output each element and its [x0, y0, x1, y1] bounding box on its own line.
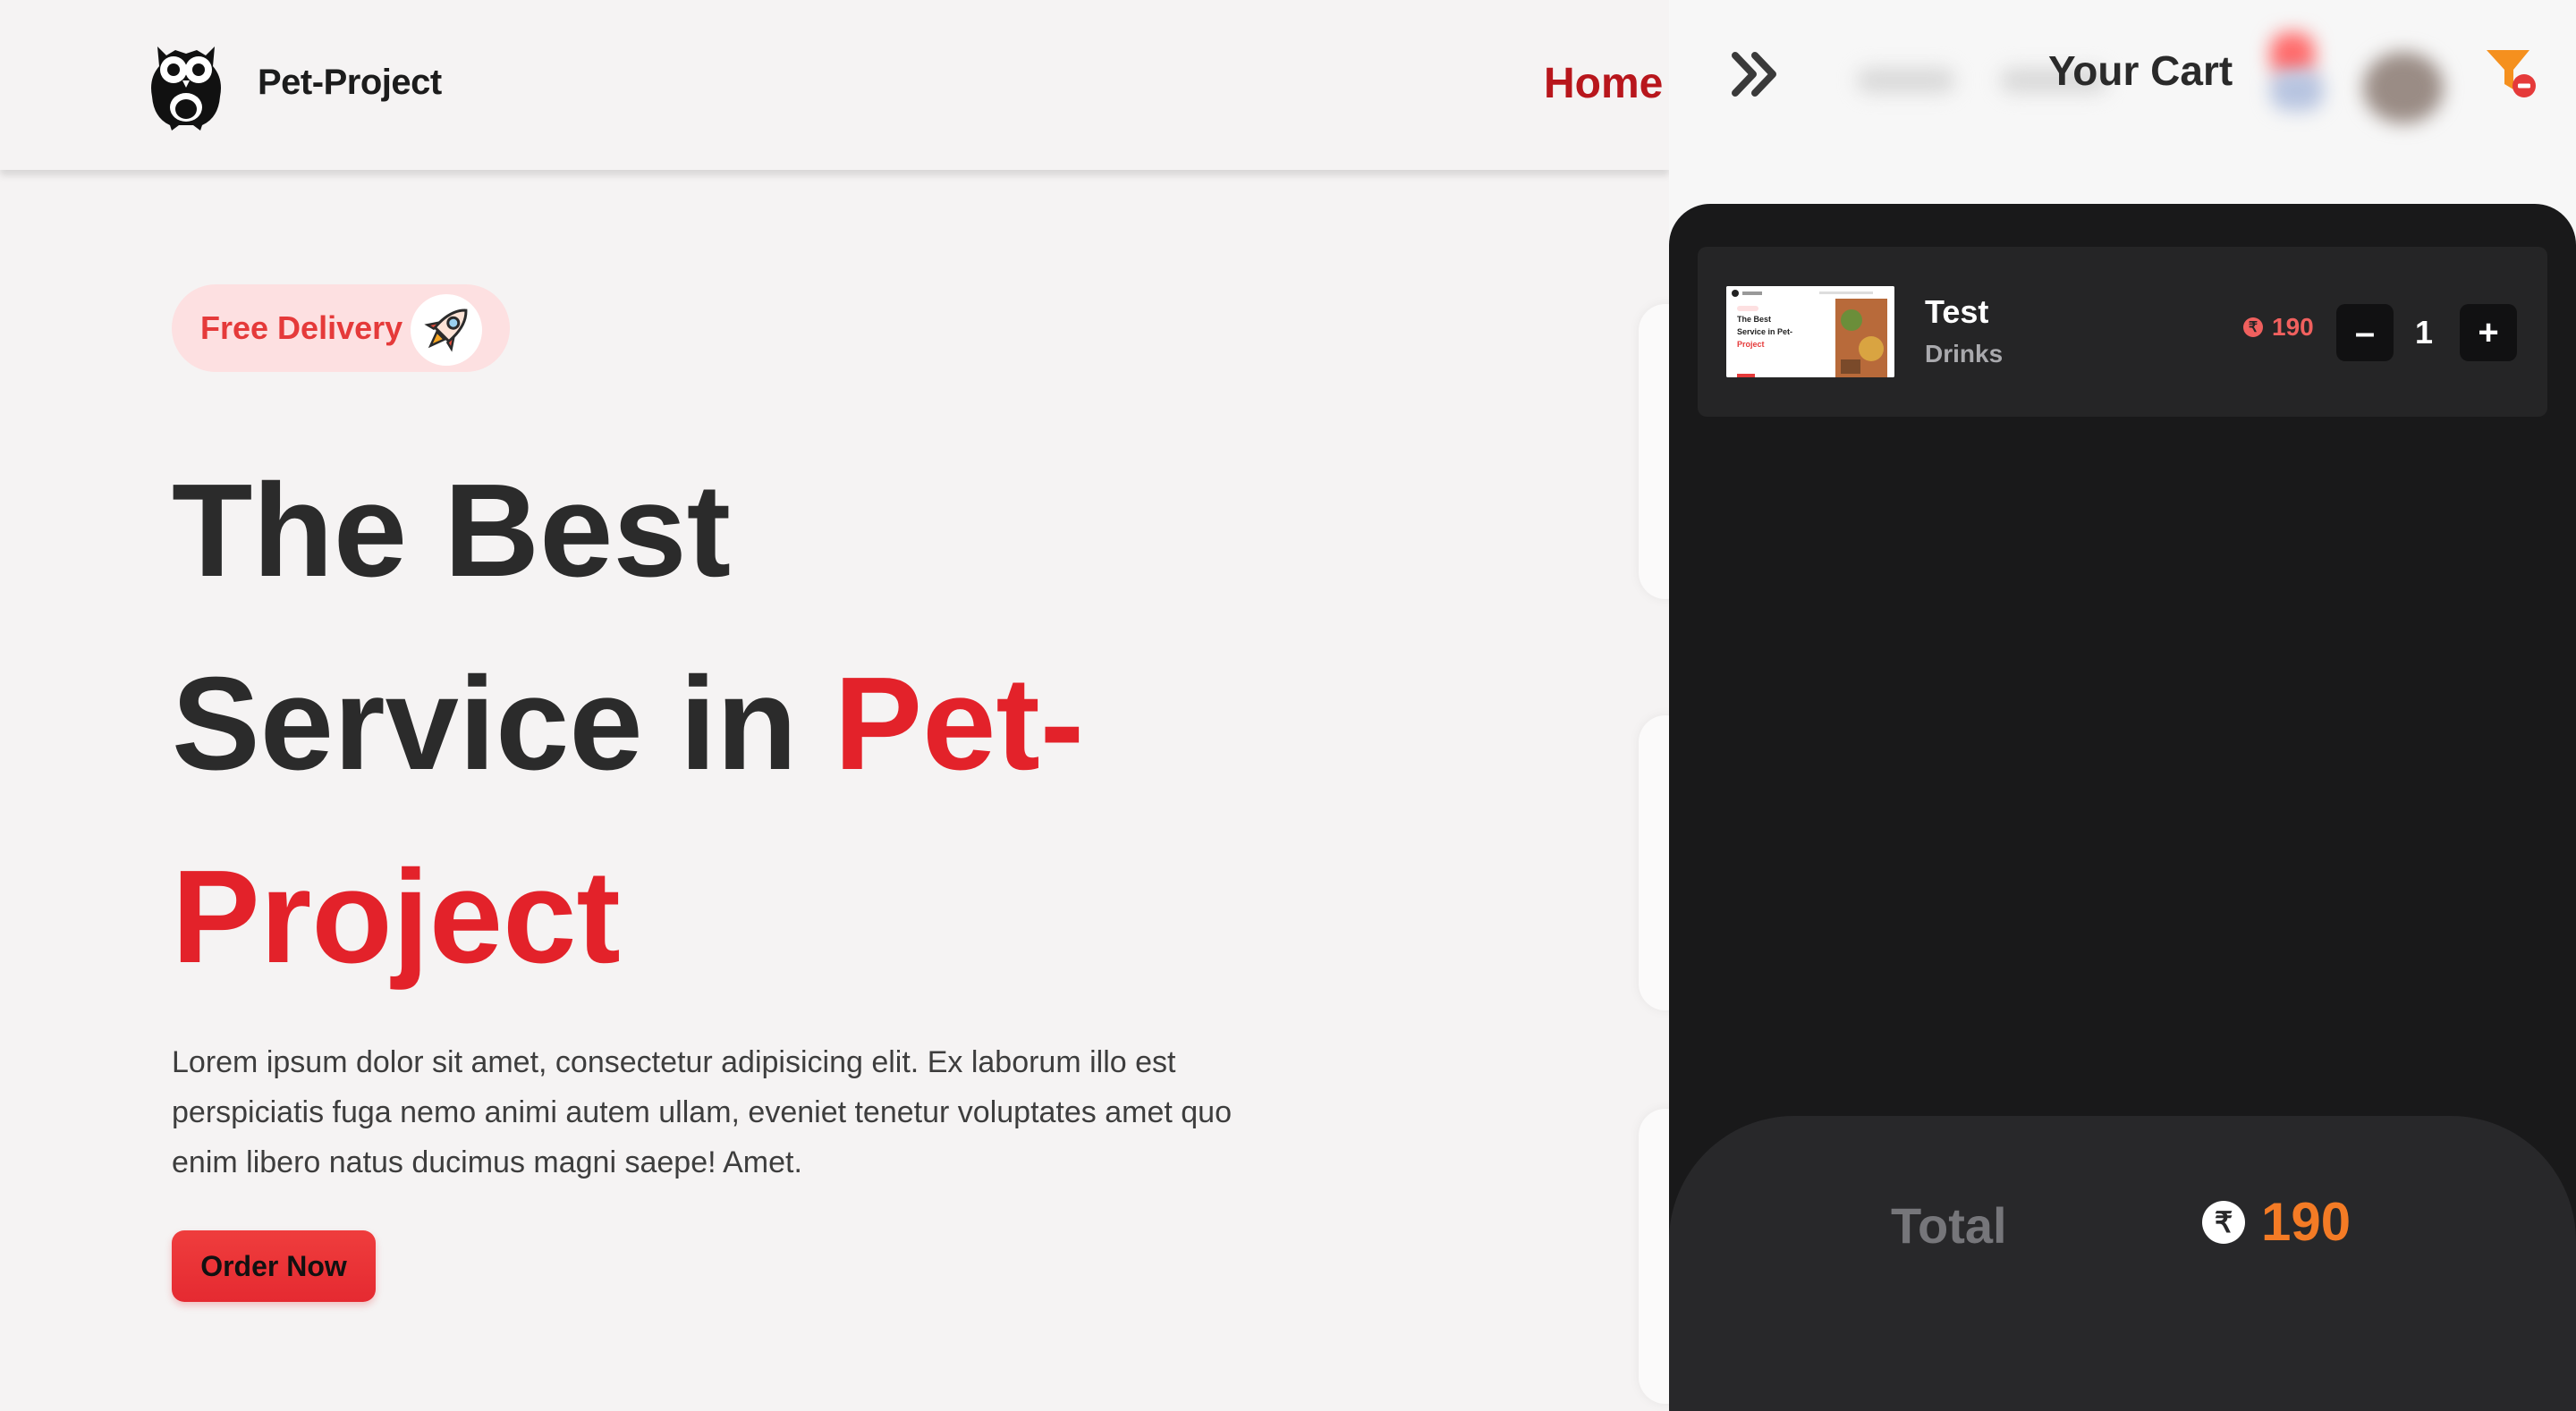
item-thumbnail: The Best Service in Pet- Project — [1726, 286, 1894, 377]
cart-item: The Best Service in Pet- Project Test Dr… — [1698, 247, 2547, 417]
hero-title-accent: Pet- — [834, 650, 1085, 798]
brand-name[interactable]: Pet-Project — [258, 63, 442, 103]
free-delivery-badge: Free Delivery — [172, 284, 510, 372]
cart-body: The Best Service in Pet- Project Test Dr… — [1669, 204, 2576, 1411]
total-value: 190 — [2261, 1192, 2351, 1252]
badge-label: Free Delivery — [200, 309, 403, 346]
nav-home-link[interactable]: Home — [1544, 59, 1663, 108]
item-price: ₹ 190 — [2243, 313, 2314, 342]
filter-remove-icon[interactable] — [2483, 45, 2540, 102]
rocket-icon — [410, 293, 483, 367]
blurred-avatar — [2363, 52, 2444, 123]
hero-title: The Best Service in Pet- Project — [172, 435, 1424, 1014]
rupee-icon: ₹ — [2202, 1200, 2245, 1244]
thumbnail-title-line3: Project — [1737, 340, 1765, 349]
thumbnail-title-line2: Service in Pet- — [1737, 327, 1793, 336]
owl-icon[interactable] — [148, 39, 224, 131]
rupee-icon: ₹ — [2243, 317, 2263, 337]
double-chevron-right-icon[interactable] — [1728, 48, 1785, 100]
order-now-button[interactable]: Order Now — [172, 1230, 376, 1302]
thumbnail-title: The Best Service in Pet- Project — [1737, 313, 1792, 351]
cart-header: Your Cart — [1669, 0, 2576, 188]
blurred-nav-item — [1857, 68, 1955, 93]
blurred-nav-item — [2270, 70, 2324, 111]
total-label: Total — [1891, 1197, 2007, 1254]
hero-title-line2: Service in — [172, 650, 835, 798]
item-name: Test — [1925, 293, 1989, 330]
site-header: Pet-Project Home — [0, 0, 1669, 170]
item-price-value: 190 — [2272, 313, 2314, 341]
hero-title-accent-line3: Project — [172, 843, 621, 991]
cart-title: Your Cart — [2048, 47, 2233, 94]
item-category: Drinks — [1925, 340, 2004, 368]
increment-button[interactable]: + — [2460, 304, 2517, 361]
thumbnail-title-line1: The Best — [1737, 315, 1772, 324]
hero-description: Lorem ipsum dolor sit amet, consectetur … — [172, 1045, 1232, 1179]
item-quantity: 1 — [2414, 314, 2434, 351]
total-amount: ₹ 190 — [2202, 1191, 2351, 1253]
decrement-button[interactable]: – — [2336, 304, 2394, 361]
hero-title-line1: The Best — [172, 457, 732, 604]
cart-drawer: Your Cart The Best Service in Pet- Proje… — [1669, 0, 2576, 1411]
cart-total-panel: Total ₹ 190 — [1669, 1116, 2576, 1411]
